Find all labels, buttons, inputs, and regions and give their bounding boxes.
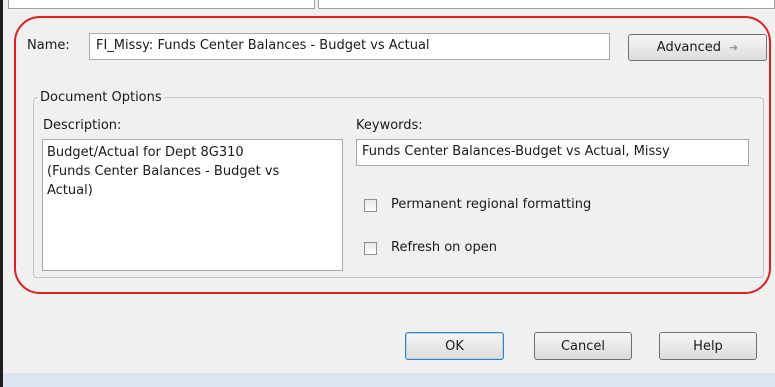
description-line: (Funds Center Balances - Budget vs: [47, 164, 280, 179]
cancel-button-label: Cancel: [560, 338, 606, 354]
cancel-button[interactable]: Cancel: [534, 332, 632, 360]
name-input[interactable]: FI_Missy: Funds Center Balances - Budget…: [89, 33, 610, 60]
help-button[interactable]: Help: [659, 332, 757, 360]
description-label: Description:: [43, 118, 122, 133]
description-line: Actual): [47, 183, 93, 198]
description-line: Budget/Actual for Dept 8G310: [47, 145, 244, 160]
window-bottom-strip: [3, 373, 775, 387]
refresh-on-open-label: Refresh on open: [391, 240, 497, 255]
refresh-on-open-checkbox[interactable]: [364, 242, 377, 255]
permanent-regional-formatting-checkbox[interactable]: [364, 199, 377, 212]
advanced-button[interactable]: Advanced ➜: [628, 34, 767, 61]
ok-button[interactable]: OK: [405, 332, 504, 360]
arrow-up-icon: ➜: [729, 41, 739, 54]
permanent-regional-formatting-label: Permanent regional formatting: [391, 197, 592, 212]
ok-button-label: OK: [445, 338, 464, 354]
top-field-left: [8, 0, 315, 9]
keywords-input[interactable]: Funds Center Balances-Budget vs Actual, …: [356, 139, 749, 166]
document-options-title: Document Options: [38, 90, 164, 105]
name-label: Name:: [27, 38, 70, 53]
keywords-label: Keywords:: [356, 118, 423, 133]
top-field-strip: [3, 0, 775, 12]
help-button-label: Help: [693, 338, 723, 354]
top-field-right: [318, 0, 775, 9]
advanced-button-label: Advanced: [656, 40, 721, 55]
description-textarea[interactable]: Budget/Actual for Dept 8G310 (Funds Cent…: [42, 139, 343, 271]
